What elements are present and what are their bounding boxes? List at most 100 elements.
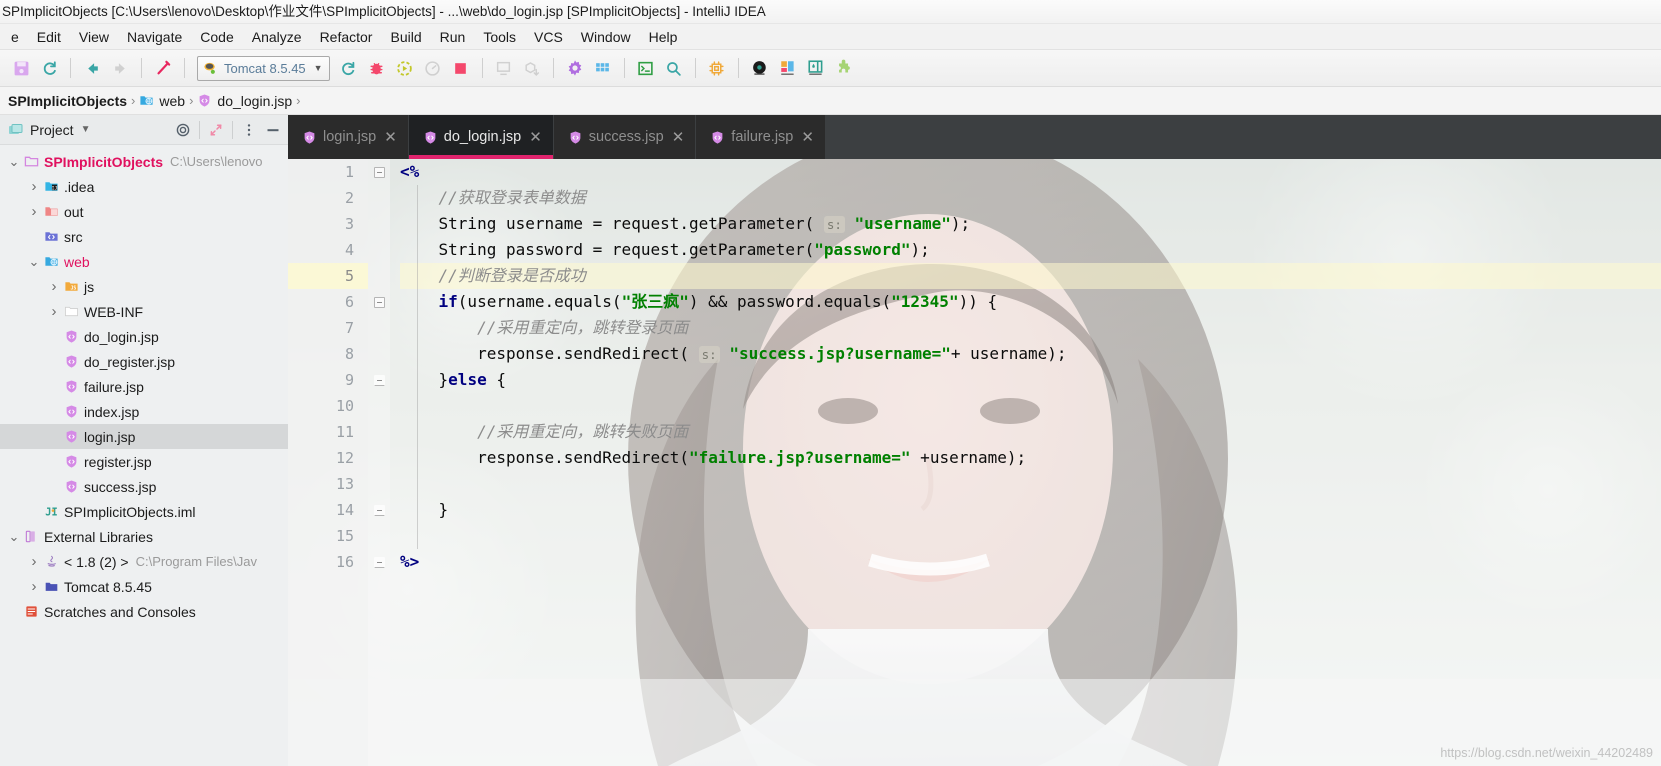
line-number[interactable]: 12	[288, 445, 368, 471]
code-line[interactable]: String username = request.getParameter( …	[400, 211, 1661, 237]
line-number[interactable]: 8	[288, 341, 368, 367]
close-icon[interactable]: ✕	[384, 128, 397, 146]
chevron-down-icon[interactable]: ▼	[81, 124, 91, 135]
editor-tab-failure-jsp[interactable]: failure.jsp ✕	[696, 115, 826, 159]
search-icon[interactable]	[661, 55, 687, 81]
menu-item-edit[interactable]: Edit	[28, 27, 70, 47]
code-line[interactable]	[400, 471, 1661, 497]
menu-item-analyze[interactable]: Analyze	[243, 27, 311, 47]
fold-marker-icon[interactable]	[368, 497, 390, 523]
line-number[interactable]: 3	[288, 211, 368, 237]
tree-item-login-jsp[interactable]: login.jsp	[0, 424, 288, 449]
rerun-icon[interactable]	[336, 55, 362, 81]
line-number[interactable]: 15	[288, 523, 368, 549]
code-line[interactable]: //判断登录是否成功	[400, 263, 1661, 289]
menu-item-window[interactable]: Window	[572, 27, 640, 47]
tree-item-out[interactable]: › out	[0, 199, 288, 224]
breadcrumb-item-web[interactable]: web	[139, 93, 185, 109]
editor-tab-success-jsp[interactable]: success.jsp ✕	[553, 115, 697, 159]
code-line[interactable]: }else {	[400, 367, 1661, 393]
tree-item-spimplicitobjects[interactable]: ⌄ SPImplicitObjects C:\Users\lenovo	[0, 149, 288, 174]
settings-gear-icon[interactable]	[562, 55, 588, 81]
code-line[interactable]: if(username.equals("张三疯") && password.eq…	[400, 289, 1661, 315]
menu-item-tools[interactable]: Tools	[474, 27, 525, 47]
chevron-right-icon[interactable]: ›	[26, 553, 42, 570]
code-line[interactable]: }	[400, 497, 1661, 523]
sync-icon[interactable]	[36, 55, 62, 81]
line-number[interactable]: 7	[288, 315, 368, 341]
code-folding-gutter[interactable]	[368, 159, 390, 766]
tree-item-src[interactable]: src	[0, 224, 288, 249]
terminal-icon[interactable]	[633, 55, 659, 81]
code-line[interactable]	[400, 523, 1661, 549]
build-hammer-icon[interactable]	[150, 55, 176, 81]
line-number[interactable]: 14	[288, 497, 368, 523]
tree-item-spimplicitobjects-iml[interactable]: JI SPImplicitObjects.iml	[0, 499, 288, 524]
chevron-right-icon[interactable]: ›	[46, 278, 62, 295]
editor-tab-do_login-jsp[interactable]: do_login.jsp ✕	[408, 115, 554, 159]
close-icon[interactable]: ✕	[529, 128, 542, 146]
chevron-down-icon[interactable]: ▼	[314, 63, 323, 73]
menu-item-code[interactable]: Code	[191, 27, 242, 47]
tree-item-scratches-and-consoles[interactable]: Scratches and Consoles	[0, 599, 288, 624]
code-line[interactable]: response.sendRedirect("failure.jsp?usern…	[400, 445, 1661, 471]
menu-item-navigate[interactable]: Navigate	[118, 27, 191, 47]
plugin-icon[interactable]	[831, 55, 857, 81]
code-line[interactable]: //采用重定向，跳转失败页面	[400, 419, 1661, 445]
tree-item-tomcat-8-5-45[interactable]: › Tomcat 8.5.45	[0, 574, 288, 599]
chevron-right-icon[interactable]: ›	[26, 578, 42, 595]
line-number[interactable]: 11	[288, 419, 368, 445]
fold-marker-icon[interactable]	[368, 367, 390, 393]
fold-marker-icon[interactable]	[368, 549, 390, 575]
line-number[interactable]: 13	[288, 471, 368, 497]
run-with-coverage-icon[interactable]	[392, 55, 418, 81]
run-configuration-selector[interactable]: Tomcat 8.5.45 ▼	[197, 55, 330, 81]
more-options-icon[interactable]	[238, 119, 260, 141]
breadcrumb-item-do_login-jsp[interactable]: do_login.jsp	[197, 93, 292, 109]
line-number[interactable]: 16	[288, 549, 368, 575]
project-structure-icon[interactable]	[590, 55, 616, 81]
collapse-all-icon[interactable]	[205, 119, 227, 141]
code-lines[interactable]: <% //获取登录表单数据 String username = request.…	[390, 159, 1661, 766]
chevron-down-icon[interactable]: ⌄	[6, 529, 22, 545]
tree-item-index-jsp[interactable]: index.jsp	[0, 399, 288, 424]
cpu-icon[interactable]	[704, 55, 730, 81]
code-line[interactable]: //采用重定向，跳转登录页面	[400, 315, 1661, 341]
chevron-right-icon[interactable]: ›	[46, 303, 62, 320]
tree-item-external-libraries[interactable]: ⌄ External Libraries	[0, 524, 288, 549]
tree-item-register-jsp[interactable]: register.jsp	[0, 449, 288, 474]
tree-item-web-inf[interactable]: › WEB-INF	[0, 299, 288, 324]
menu-item-view[interactable]: View	[70, 27, 118, 47]
database-icon[interactable]	[747, 55, 773, 81]
editor-tab-login-jsp[interactable]: login.jsp ✕	[288, 115, 409, 159]
tree-item-success-jsp[interactable]: success.jsp	[0, 474, 288, 499]
tree-item-web[interactable]: ⌄ web	[0, 249, 288, 274]
chevron-right-icon[interactable]: ›	[26, 203, 42, 220]
chevron-down-icon[interactable]: ⌄	[6, 154, 22, 170]
code-line[interactable]: //获取登录表单数据	[400, 185, 1661, 211]
menu-item-vcs[interactable]: VCS	[525, 27, 572, 47]
tree-item--idea[interactable]: › IJ .idea	[0, 174, 288, 199]
code-line[interactable]: String password = request.getParameter("…	[400, 237, 1661, 263]
tree-item-do_register-jsp[interactable]: do_register.jsp	[0, 349, 288, 374]
fold-marker-icon[interactable]	[368, 289, 390, 315]
editor-vertical-scrollbar[interactable]	[1649, 159, 1661, 766]
menu-item-build[interactable]: Build	[381, 27, 430, 47]
line-number-gutter[interactable]: 1 2 3 4 5 6 7 8 9 10 11 12 13 14 15 16	[288, 159, 368, 766]
fold-marker-icon[interactable]	[368, 159, 390, 185]
back-arrow-icon[interactable]	[79, 55, 105, 81]
code-line[interactable]	[400, 393, 1661, 419]
menu-item-help[interactable]: Help	[640, 27, 687, 47]
tree-item---1-8--2---[interactable]: › < 1.8 (2) > C:\Program Files\Jav	[0, 549, 288, 574]
line-number[interactable]: 10	[288, 393, 368, 419]
hide-panel-icon[interactable]	[262, 119, 284, 141]
persistence-icon[interactable]	[803, 55, 829, 81]
debug-bug-icon[interactable]	[364, 55, 390, 81]
line-number[interactable]: 2	[288, 185, 368, 211]
stop-icon[interactable]	[448, 55, 474, 81]
line-number[interactable]: 5	[288, 263, 368, 289]
code-editor[interactable]: 1 2 3 4 5 6 7 8 9 10 11 12 13 14 15 16 <% //获取登录表单数据 St…	[288, 159, 1661, 766]
code-line[interactable]: %>	[400, 549, 1661, 575]
line-number[interactable]: 6	[288, 289, 368, 315]
chevron-right-icon[interactable]: ›	[26, 178, 42, 195]
